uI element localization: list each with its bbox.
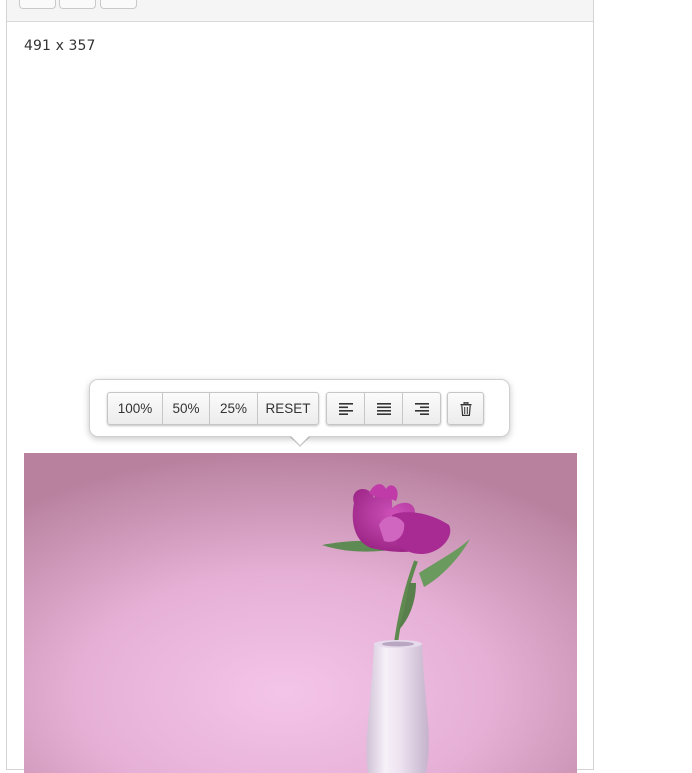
resize-quarter-button[interactable]: 25% [209,392,258,425]
editor-image[interactable] [24,453,577,773]
remove-image-button[interactable] [447,392,484,425]
toolbar-button[interactable] [59,0,96,9]
align-left-icon [338,402,353,415]
align-right-button[interactable] [402,392,441,425]
image-size-label: 491 x 357 [24,38,96,54]
resize-half-button[interactable]: 50% [162,392,210,425]
toolbar-button[interactable] [100,0,137,9]
image-popover: 100% 50% 25% RESET [89,379,510,437]
resize-full-button[interactable]: 100% [107,392,163,425]
align-left-button[interactable] [326,392,365,425]
resize-button-group: 100% 50% 25% RESET [107,392,319,425]
peony-image [24,453,577,773]
editor-toolbar [7,0,593,22]
toolbar-button[interactable] [19,0,56,9]
align-button-group [326,392,441,425]
trash-icon [460,401,471,416]
align-right-icon [414,402,429,415]
popover-arrow-fill [290,435,310,445]
remove-button-group [447,392,484,425]
align-justify-button[interactable] [364,392,403,425]
align-justify-icon [376,402,391,415]
resize-reset-button[interactable]: RESET [257,392,319,425]
